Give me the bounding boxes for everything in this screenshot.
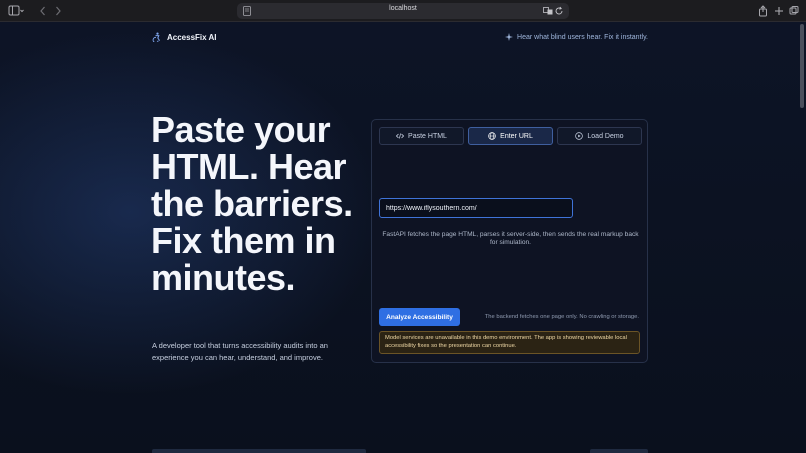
- new-tab-icon[interactable]: [774, 4, 784, 18]
- next-section-edge: [152, 449, 366, 453]
- reload-icon[interactable]: [554, 6, 564, 16]
- address-url: localhost: [389, 5, 417, 12]
- backend-note: The backend fetches one page only. No cr…: [484, 314, 639, 320]
- page-content: AccessFix AI Hear what blind users hear.…: [0, 22, 806, 453]
- scrollbar[interactable]: [800, 24, 804, 108]
- back-icon[interactable]: [38, 4, 48, 18]
- analyze-accessibility-button[interactable]: Analyze Accessibility: [379, 308, 460, 326]
- forward-icon[interactable]: [53, 4, 63, 18]
- tab-label: Paste HTML: [408, 132, 447, 140]
- tab-overview-icon[interactable]: [789, 4, 799, 18]
- hero-subtitle: A developer tool that turns accessibilit…: [152, 341, 328, 362]
- url-input[interactable]: [379, 198, 573, 218]
- share-icon[interactable]: [758, 4, 768, 18]
- input-mode-tabs: Paste HTML Enter URL Load Demo: [379, 127, 642, 145]
- browser-toolbar: localhost: [0, 0, 806, 22]
- tagline-text: Hear what blind users hear. Fix it insta…: [517, 33, 648, 41]
- sparkle-icon: [505, 33, 514, 41]
- address-bar[interactable]: localhost: [237, 3, 569, 19]
- tab-label: Load Demo: [587, 132, 624, 140]
- globe-icon: [488, 132, 496, 140]
- tab-load-demo[interactable]: Load Demo: [557, 127, 642, 145]
- play-icon: [575, 132, 584, 140]
- accessibility-icon: [152, 32, 161, 42]
- brand-name: AccessFix AI: [167, 32, 217, 42]
- header-tagline: Hear what blind users hear. Fix it insta…: [505, 33, 648, 41]
- code-icon: [396, 133, 405, 139]
- translate-icon[interactable]: [543, 6, 553, 16]
- sidebar-toggle-icon[interactable]: [8, 4, 24, 18]
- tab-label: Enter URL: [500, 132, 533, 140]
- tab-enter-url[interactable]: Enter URL: [468, 127, 553, 145]
- model-unavailable-warning: Model services are unavailable in this d…: [379, 331, 640, 354]
- brand[interactable]: AccessFix AI: [152, 32, 217, 42]
- input-card: Paste HTML Enter URL Load Demo FastAPI f…: [371, 119, 648, 363]
- url-hint: FastAPI fetches the page HTML, parses it…: [382, 231, 639, 246]
- next-section-edge: [590, 449, 648, 453]
- tab-paste-html[interactable]: Paste HTML: [379, 127, 464, 145]
- hero-headline: Paste your HTML. Hear the barriers. Fix …: [151, 109, 353, 298]
